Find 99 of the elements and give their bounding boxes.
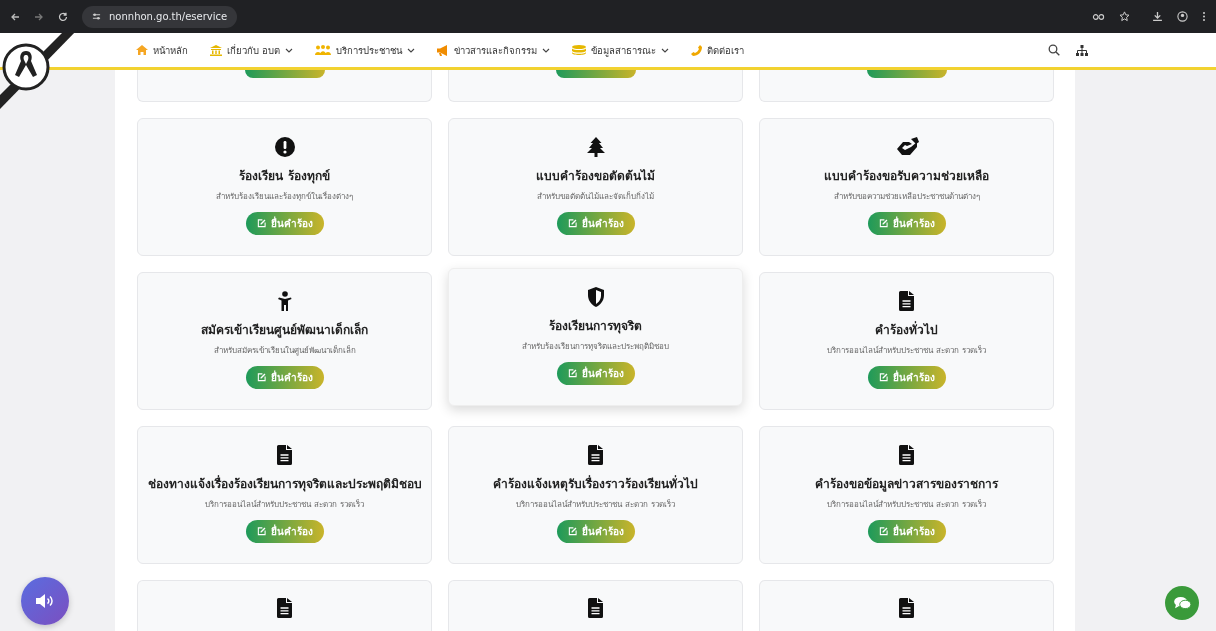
- submit-request-button[interactable]: ยื่นคำร้อง: [867, 366, 946, 389]
- document-icon: [277, 445, 292, 465]
- service-description: บริการออนไลน์สำหรับประชาชน สะดวก รวดเร็ว: [516, 498, 675, 511]
- nav-label: บริการประชาชน: [336, 43, 403, 58]
- nav-label: ติดต่อเรา: [707, 43, 745, 58]
- service-description: บริการออนไลน์สำหรับประชาชน สะดวก รวดเร็ว: [205, 498, 364, 511]
- search-icon[interactable]: [1048, 44, 1060, 56]
- submit-request-button[interactable]: ยื่นคำร้อง: [245, 520, 324, 543]
- service-description: สำหรับร้องเรียนและร้องทุกข์ในเรื่องต่างๆ: [216, 190, 353, 203]
- nav-label: หน้าหลัก: [153, 43, 188, 58]
- button-label: ยื่นคำร้อง: [581, 524, 624, 539]
- document-icon: [899, 598, 914, 618]
- submit-request-button[interactable]: ยื่นคำร้อง: [245, 212, 324, 235]
- submit-request-button[interactable]: ยื่นคำร้อง: [867, 520, 946, 543]
- shield-icon: [586, 287, 605, 307]
- edit-icon: [878, 373, 888, 382]
- submit-request-button[interactable]: ยื่นคำร้อง: [867, 212, 946, 235]
- edit-icon: [878, 219, 888, 228]
- chevron-down-icon: [661, 47, 670, 53]
- service-title: ร้องเรียน ร้องทุกข์: [239, 168, 330, 185]
- database-icon: [572, 45, 587, 55]
- home-icon: [136, 45, 148, 55]
- nav-label: เกี่ยวกับ อบต: [227, 43, 281, 58]
- document-icon: [588, 598, 603, 618]
- forward-icon[interactable]: [34, 11, 44, 22]
- handshake-icon: [894, 137, 919, 157]
- nav-menu-item[interactable]: ข่าวสารและกิจกรรม: [437, 42, 551, 58]
- megaphone-icon: [437, 44, 450, 56]
- service-title: ร้องเรียนการทุจริต: [549, 318, 642, 335]
- nav-menu-item[interactable]: บริการประชาชน: [315, 42, 416, 58]
- star-icon[interactable]: [1119, 11, 1130, 22]
- profile-icon[interactable]: [1177, 11, 1188, 22]
- submit-button[interactable]: [555, 70, 636, 78]
- sitemap-icon[interactable]: [1076, 44, 1088, 56]
- service-title: สมัครเข้าเรียนศูนย์พัฒนาเด็กเล็ก: [201, 321, 368, 339]
- chevron-down-icon: [542, 47, 551, 53]
- reload-icon[interactable]: [58, 11, 68, 22]
- site-settings-icon[interactable]: [92, 12, 101, 21]
- service-description: สำหรับสมัครเข้าเรียนในศูนย์พัฒนาเด็กเล็ก: [213, 344, 356, 357]
- service-title: ช่องทางแจ้งเรื่องร้องเรียนการทุจริตและประพฤติมิชอบ: [147, 474, 422, 493]
- submit-request-button[interactable]: ยื่นคำร้อง: [245, 366, 324, 389]
- child-icon: [277, 291, 292, 311]
- nav-label: ข่าวสารและกิจกรรม: [454, 43, 538, 58]
- edit-icon: [567, 369, 577, 378]
- service-title: คำร้องแจ้งเหตุรับเรื่องราวร้องเรียนทั่วไป: [493, 474, 698, 493]
- button-label: ยื่นคำร้อง: [270, 370, 313, 385]
- nav-menu-item[interactable]: หน้าหลัก: [136, 42, 188, 58]
- edit-icon: [256, 527, 266, 536]
- speaker-icon: [36, 594, 54, 608]
- button-label: ยื่นคำร้อง: [270, 524, 313, 539]
- button-label: ยื่นคำร้อง: [892, 216, 935, 231]
- service-title: แบบคำร้องขอตัดต้นไม้: [536, 168, 655, 185]
- submit-request-button[interactable]: ยื่นคำร้อง: [556, 362, 635, 385]
- edit-icon: [567, 219, 577, 228]
- document-icon: [588, 445, 603, 465]
- service-description: สำหรับขอตัดต้นไม้และจัดเก็บกิ่งไม้: [537, 190, 654, 203]
- people-icon: [315, 44, 332, 56]
- tree-icon: [586, 137, 605, 157]
- chat-icon: [1173, 596, 1191, 610]
- nav-menu-item[interactable]: ติดต่อเรา: [691, 42, 745, 58]
- button-label: ยื่นคำร้อง: [270, 216, 313, 231]
- document-icon: [899, 445, 914, 465]
- download-icon[interactable]: [1152, 11, 1163, 22]
- submit-request-button[interactable]: ยื่นคำร้อง: [556, 520, 635, 543]
- service-title: คำร้องทั่วไป: [875, 320, 938, 339]
- edit-icon: [878, 527, 888, 536]
- nav-label: ข้อมูลสาธารณะ: [591, 43, 657, 58]
- chevron-down-icon: [407, 47, 416, 53]
- button-label: ยื่นคำร้อง: [892, 524, 935, 539]
- service-description: บริการออนไลน์สำหรับประชาชน สะดวก รวดเร็ว: [827, 344, 986, 357]
- audio-button[interactable]: [21, 577, 69, 625]
- bank-icon: [210, 44, 222, 56]
- phone-icon: [691, 44, 703, 56]
- nav-menu-item[interactable]: เกี่ยวกับ อบต: [210, 42, 294, 58]
- nav-menu-item[interactable]: ข้อมูลสาธารณะ: [572, 42, 670, 58]
- edit-icon: [567, 527, 577, 536]
- button-label: ยื่นคำร้อง: [581, 216, 624, 231]
- more-menu-icon[interactable]: [1202, 11, 1206, 22]
- service-description: บริการออนไลน์สำหรับประชาชน สะดวก รวดเร็ว: [827, 498, 986, 511]
- chat-button[interactable]: [1165, 586, 1199, 620]
- service-description: สำหรับขอความช่วยเหลือประชาชนด้านต่างๆ: [833, 191, 980, 203]
- edit-icon: [256, 373, 266, 382]
- exclamation-icon: [274, 137, 295, 157]
- service-title: แบบคำร้องขอรับความช่วยเหลือ: [824, 168, 989, 185]
- back-icon[interactable]: [10, 11, 20, 22]
- submit-request-button[interactable]: ยื่นคำร้อง: [556, 212, 635, 235]
- document-icon: [899, 291, 914, 311]
- key-icon[interactable]: [1092, 11, 1105, 22]
- button-label: ยื่นคำร้อง: [892, 370, 935, 385]
- submit-button[interactable]: [866, 70, 947, 78]
- submit-button[interactable]: [244, 70, 325, 78]
- address-bar[interactable]: nonnhon.go.th/eservice: [82, 5, 238, 28]
- button-label: ยื่นคำร้อง: [581, 366, 624, 381]
- document-icon: [277, 598, 292, 618]
- service-title: คำร้องขอข้อมูลข่าวสารของราชการ: [815, 476, 998, 493]
- service-description: สำหรับร้องเรียนการทุจริตและประพฤติมิชอบ: [522, 341, 669, 353]
- chevron-down-icon: [285, 47, 294, 53]
- url-text: nonnhon.go.th/eservice: [109, 11, 228, 22]
- edit-icon: [256, 219, 266, 228]
